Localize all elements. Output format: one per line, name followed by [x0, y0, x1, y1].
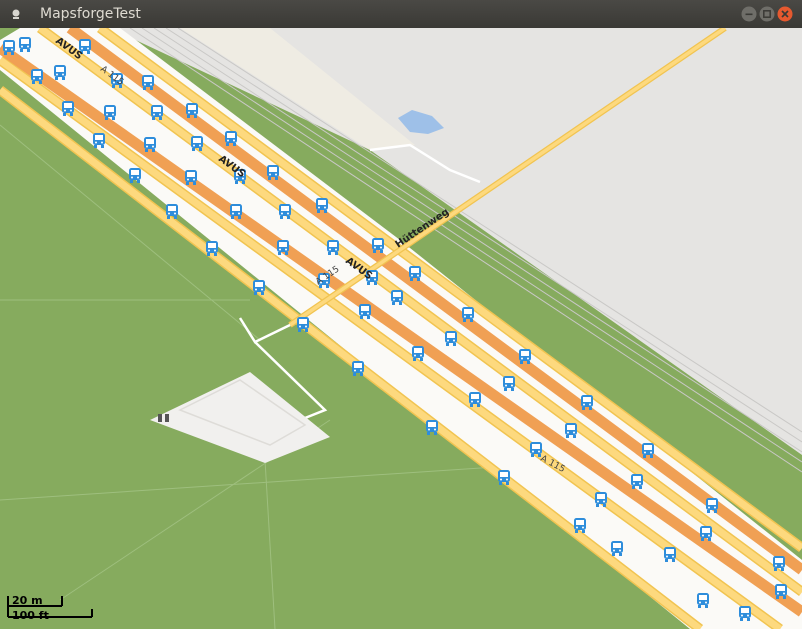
scale-label-imperial: 100 ft: [12, 609, 49, 622]
close-icon: [777, 6, 793, 22]
maximize-button[interactable]: [759, 6, 775, 22]
map-view[interactable]: AVUS AVUS AVUS Hüttenweg A 115 A 115 A 1…: [0, 28, 802, 629]
close-button[interactable]: [777, 6, 793, 22]
app-icon: [8, 6, 24, 22]
parking-marker: [158, 414, 162, 422]
title-bar[interactable]: MapsforgeTest: [0, 0, 802, 28]
scale-label-metric: 20 m: [12, 594, 43, 607]
minimize-button[interactable]: [741, 6, 757, 22]
parking-marker: [165, 414, 169, 422]
window-title: MapsforgeTest: [40, 6, 141, 22]
app-window: MapsforgeTest AVUS AVUS AVUS Hüttenweg A…: [0, 0, 802, 629]
scale-bar: 20 m 100 ft: [6, 595, 96, 625]
minimize-icon: [741, 6, 757, 22]
maximize-icon: [759, 6, 775, 22]
